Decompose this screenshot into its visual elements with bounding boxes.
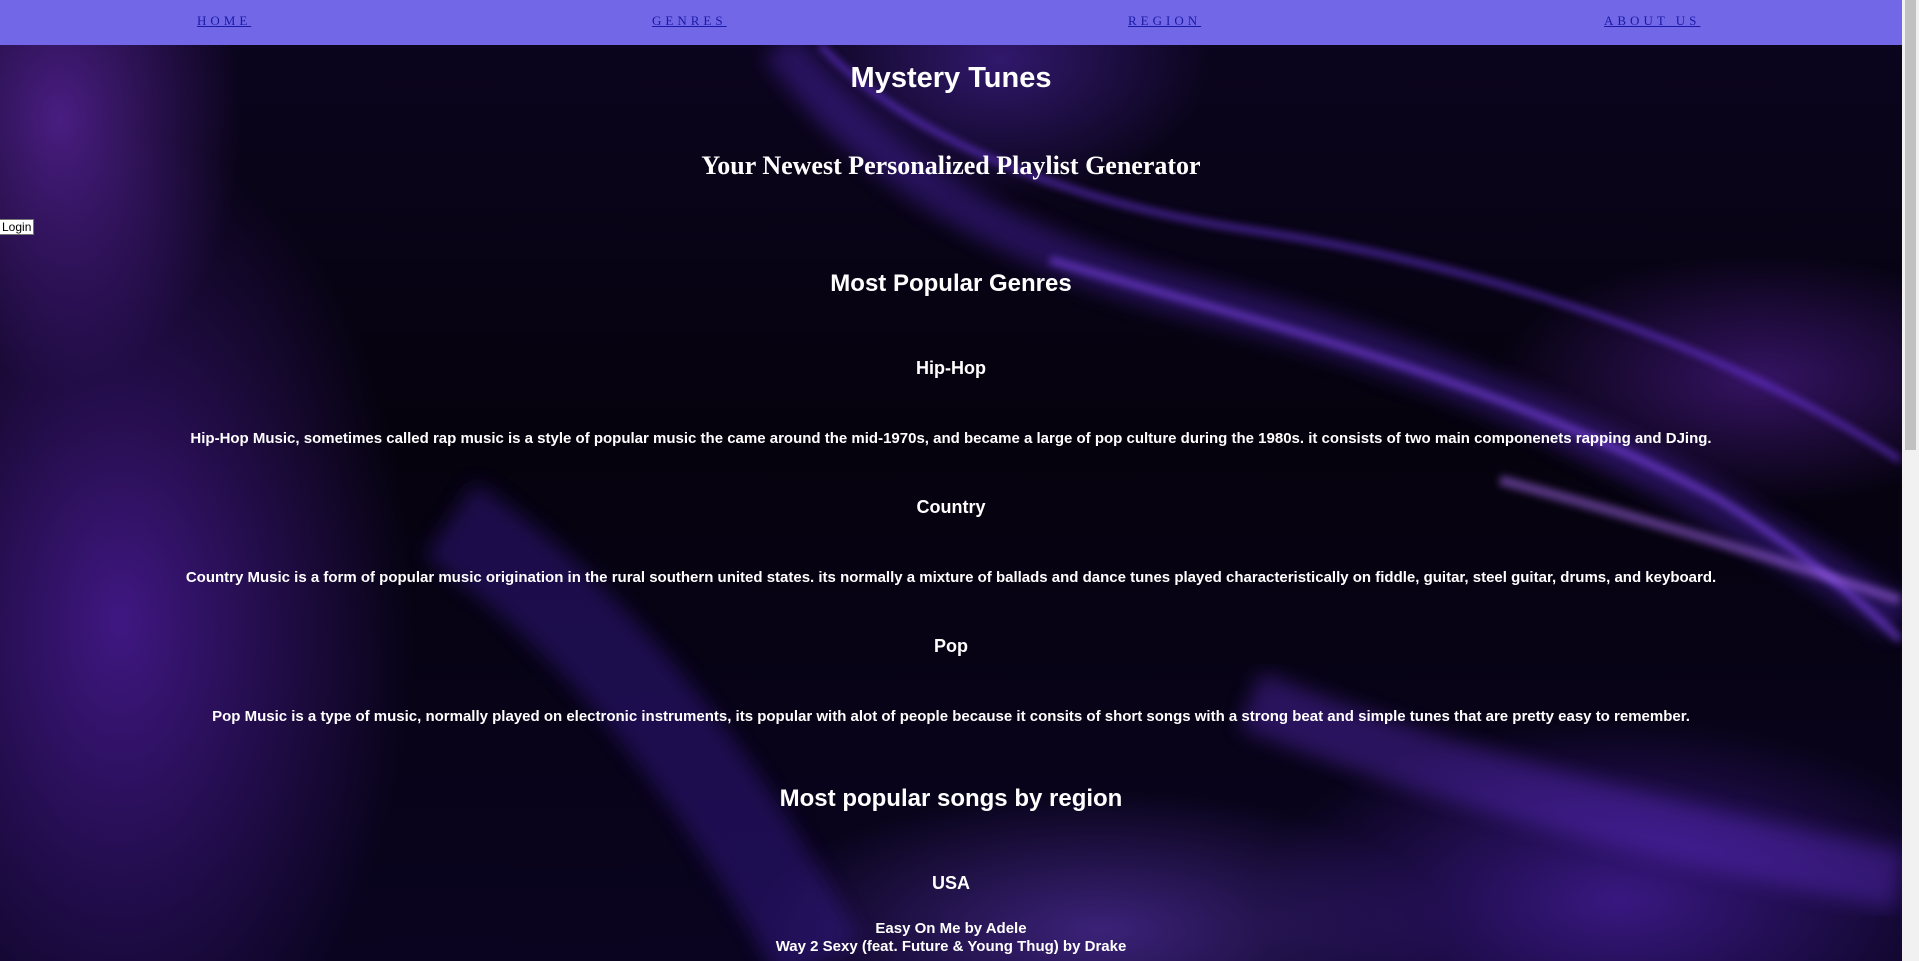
background-streaks — [424, 33, 1902, 961]
background-image — [0, 0, 1902, 961]
genres-section-heading: Most Popular Genres — [830, 270, 1072, 297]
song-list-item: Easy On Me by Adele — [875, 920, 1027, 937]
genre-title: Pop — [934, 636, 968, 656]
nav-link-genres[interactable]: GENRES — [652, 13, 727, 29]
genre-title: Country — [916, 497, 986, 517]
genre-description: Pop Music is a type of music, normally p… — [212, 708, 1690, 725]
top-navbar: HOME GENRES REGION ABOUT US — [0, 0, 1902, 45]
genre-description: Hip-Hop Music, sometimes called rap musi… — [190, 430, 1712, 447]
nav-link-region[interactable]: REGION — [1128, 13, 1201, 29]
region-name: USA — [931, 873, 970, 893]
login-button[interactable]: Login — [0, 219, 35, 235]
site-title: Mystery Tunes — [850, 62, 1052, 94]
region-section-heading: Most popular songs by region — [779, 785, 1123, 812]
page-scrollbar[interactable] — [1902, 0, 1919, 961]
song-list-item: Way 2 Sexy (feat. Future & Young Thug) b… — [775, 938, 1127, 955]
scrollbar-thumb[interactable] — [1905, 0, 1916, 450]
nav-link-home[interactable]: HOME — [197, 13, 251, 29]
site-subtitle: Your Newest Personalized Playlist Genera… — [701, 151, 1201, 180]
nav-link-about-us[interactable]: ABOUT US — [1604, 13, 1700, 29]
genre-title: Hip-Hop — [916, 358, 986, 378]
genre-description: Country Music is a form of popular music… — [185, 569, 1717, 586]
